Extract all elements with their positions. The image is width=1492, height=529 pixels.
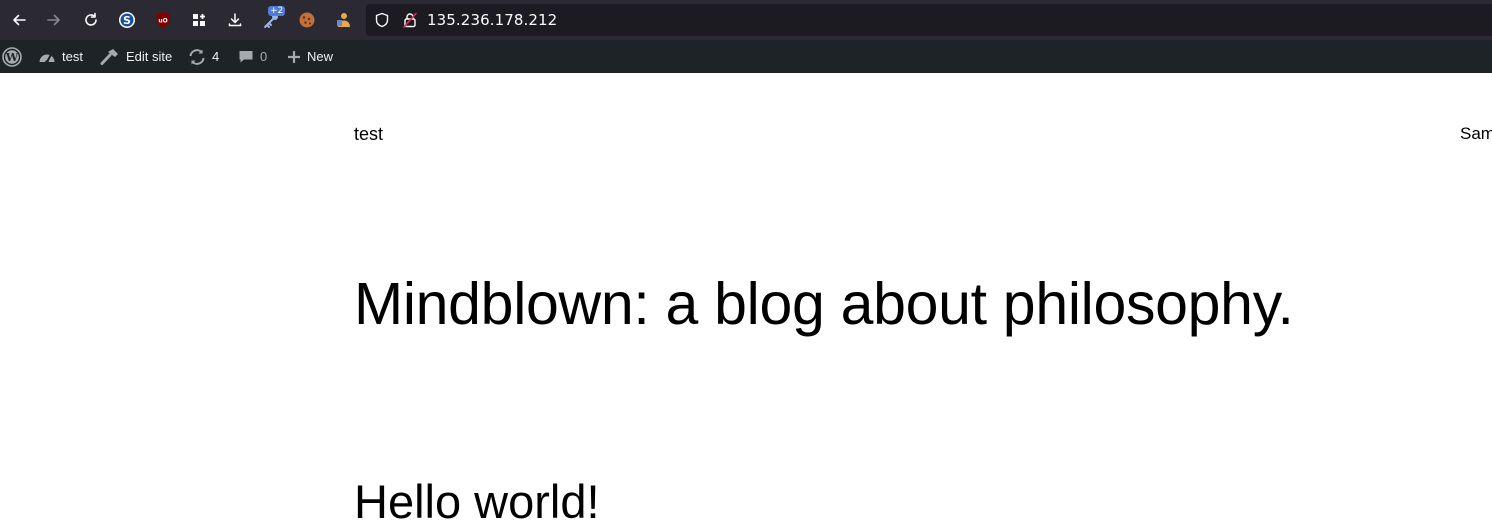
forward-icon <box>47 14 60 26</box>
updates-count: 4 <box>212 49 220 64</box>
comments-button[interactable]: 0 <box>238 40 267 73</box>
wp-admin-bar: W test Edit site 4 0 New <box>0 40 1492 73</box>
puzzle-person-button[interactable] <box>330 7 356 33</box>
dashboard-icon <box>38 49 56 65</box>
back-button[interactable] <box>6 7 32 33</box>
grid-extension-button[interactable] <box>186 7 212 33</box>
updates-button[interactable]: 4 <box>188 40 219 73</box>
ublock-icon: uO <box>156 12 170 28</box>
svg-text:W: W <box>5 51 19 64</box>
reload-icon <box>85 12 97 26</box>
wp-logo-button[interactable]: W <box>2 40 22 73</box>
cookie-extension-icon <box>299 12 315 28</box>
nav-item-sample-page[interactable]: Sam <box>1460 124 1492 144</box>
s-extension-icon: S <box>119 12 135 28</box>
lock-icon[interactable] <box>402 12 418 28</box>
url-bar[interactable]: 135.236.178.212 <box>366 4 1492 36</box>
site-name-label: test <box>62 49 83 64</box>
shield-icon[interactable] <box>374 12 390 28</box>
updates-icon <box>188 48 206 65</box>
hero-heading: Mindblown: a blog about philosophy. <box>354 271 1294 337</box>
new-content-button[interactable]: New <box>287 40 333 73</box>
post-title[interactable]: Hello world! <box>354 474 600 529</box>
forward-button[interactable] <box>41 7 67 33</box>
cookie-extension-button[interactable] <box>294 7 320 33</box>
browser-toolbar: S uO +2 135.236.178.212 <box>0 0 1492 40</box>
edit-site-button[interactable]: Edit site <box>100 40 172 73</box>
new-content-label: New <box>307 49 334 64</box>
hammer-icon <box>100 48 120 66</box>
download-icon <box>228 13 242 27</box>
edit-site-label: Edit site <box>126 49 173 64</box>
svg-text:uO: uO <box>158 18 167 25</box>
svg-text:S: S <box>123 14 131 27</box>
downloads-button[interactable] <box>222 7 248 33</box>
reload-button[interactable] <box>78 7 104 33</box>
site-name-menu[interactable]: test <box>38 40 83 73</box>
ublock-button[interactable]: uO <box>150 7 176 33</box>
extensions-badge: +2 <box>268 6 286 16</box>
url-text[interactable]: 135.236.178.212 <box>427 11 557 29</box>
comments-count: 0 <box>260 49 268 64</box>
back-icon <box>13 14 26 26</box>
comment-icon <box>238 49 254 65</box>
site-title[interactable]: test <box>354 124 383 145</box>
wordpress-logo-icon: W <box>2 46 22 67</box>
plus-icon <box>287 50 301 64</box>
grid-extension-icon <box>193 14 205 26</box>
puzzle-person-icon <box>337 13 350 27</box>
s-extension-button[interactable]: S <box>114 7 140 33</box>
